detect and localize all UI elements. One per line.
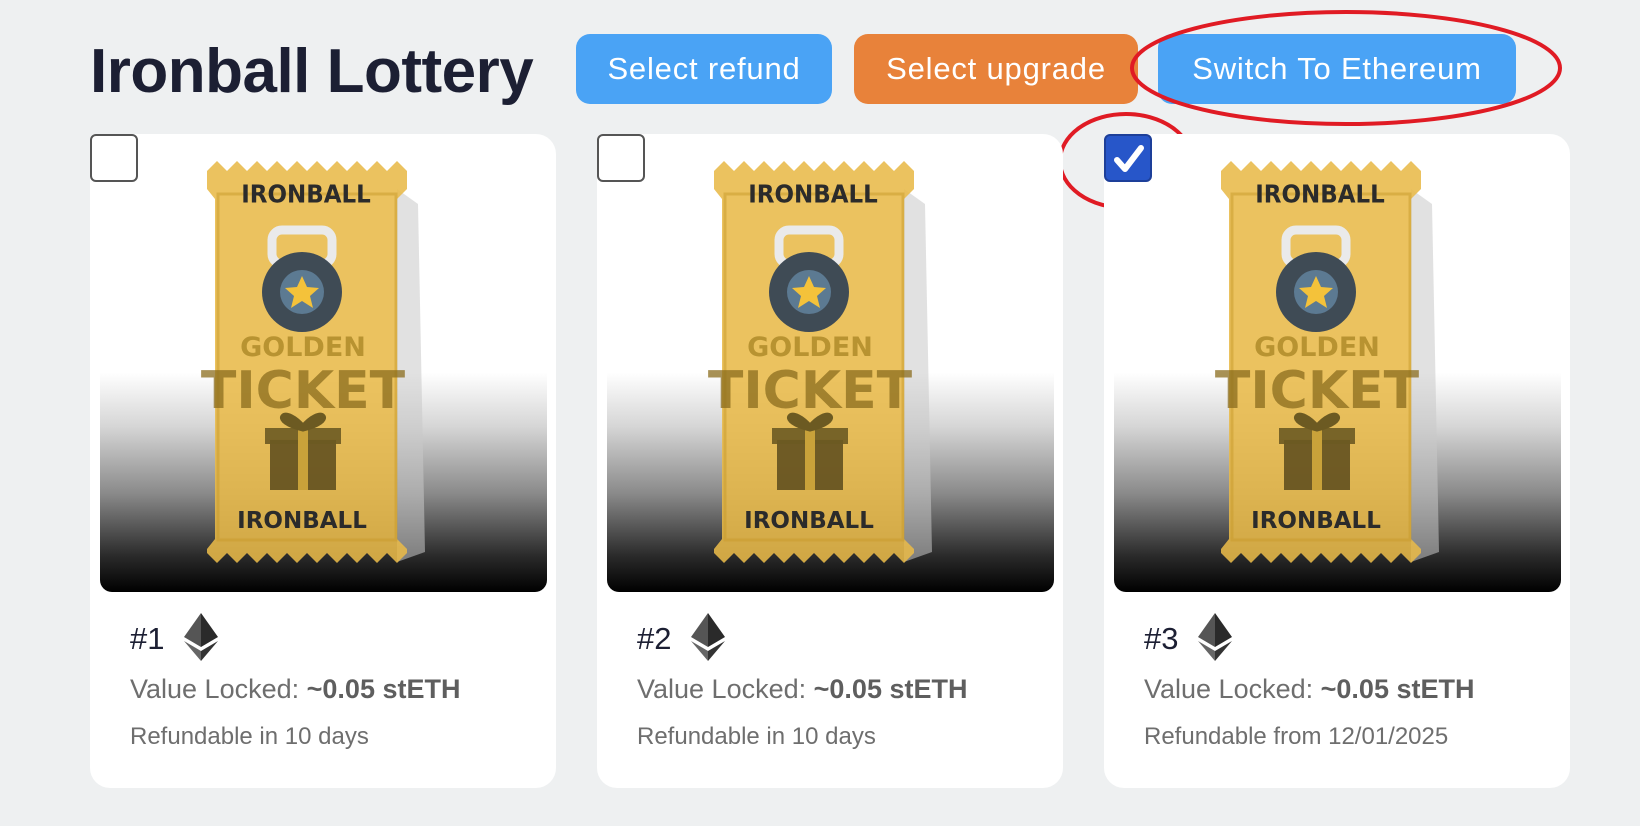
svg-text:GOLDEN: GOLDEN <box>747 332 873 363</box>
value-locked: Value Locked: ~0.05 stETH <box>637 674 968 704</box>
ticket-card[interactable]: IRONBALL GOLDEN TICKET IRONBALL #3 Value… <box>1104 134 1570 788</box>
switch-network-button[interactable]: Switch To Ethereum <box>1158 34 1516 104</box>
value-locked: Value Locked: ~0.05 stETH <box>130 674 461 704</box>
ticket-checkbox[interactable] <box>1104 134 1152 182</box>
ethereum-icon <box>691 612 726 666</box>
ticket-checkbox[interactable] <box>597 134 645 182</box>
checkmark-icon <box>1114 145 1144 172</box>
svg-text:GOLDEN: GOLDEN <box>240 332 366 363</box>
svg-text:TICKET: TICKET <box>708 361 913 421</box>
ticket-card[interactable]: IRONBALL GOLDEN TICKET IRONBALL #1 Value… <box>90 134 556 788</box>
svg-text:IRONBALL: IRONBALL <box>748 179 878 208</box>
svg-text:TICKET: TICKET <box>201 361 406 421</box>
svg-text:TICKET: TICKET <box>1215 361 1420 421</box>
ethereum-icon <box>1198 612 1233 666</box>
svg-text:IRONBALL: IRONBALL <box>241 179 371 208</box>
ticket-id: #1 <box>130 621 165 656</box>
refund-status: Refundable in 10 days <box>637 723 876 750</box>
select-refund-button[interactable]: Select refund <box>576 34 832 104</box>
ticket-card[interactable]: IRONBALL GOLDEN TICKET IRONBALL #2 Value… <box>597 134 1063 788</box>
refund-status: Refundable in 10 days <box>130 723 369 750</box>
ticket-image: IRONBALL GOLDEN TICKET IRONBALL <box>1114 144 1561 592</box>
svg-text:IRONBALL: IRONBALL <box>1251 508 1381 534</box>
ticket-image: IRONBALL GOLDEN TICKET IRONBALL <box>100 144 547 592</box>
ticket-checkbox[interactable] <box>90 134 138 182</box>
ticket-id: #2 <box>637 621 672 656</box>
ethereum-icon <box>184 612 219 666</box>
svg-text:IRONBALL: IRONBALL <box>237 508 367 534</box>
page-header: Ironball Lottery Select refund Select up… <box>90 28 1640 108</box>
value-locked: Value Locked: ~0.05 stETH <box>1144 674 1475 704</box>
svg-text:GOLDEN: GOLDEN <box>1254 332 1380 363</box>
svg-text:IRONBALL: IRONBALL <box>744 508 874 534</box>
svg-text:IRONBALL: IRONBALL <box>1255 179 1385 208</box>
ticket-id: #3 <box>1144 621 1179 656</box>
refund-status: Refundable from 12/01/2025 <box>1144 723 1449 750</box>
page-title: Ironball Lottery <box>90 37 534 106</box>
select-upgrade-button[interactable]: Select upgrade <box>854 34 1138 104</box>
ticket-image: IRONBALL GOLDEN TICKET IRONBALL <box>607 144 1054 592</box>
